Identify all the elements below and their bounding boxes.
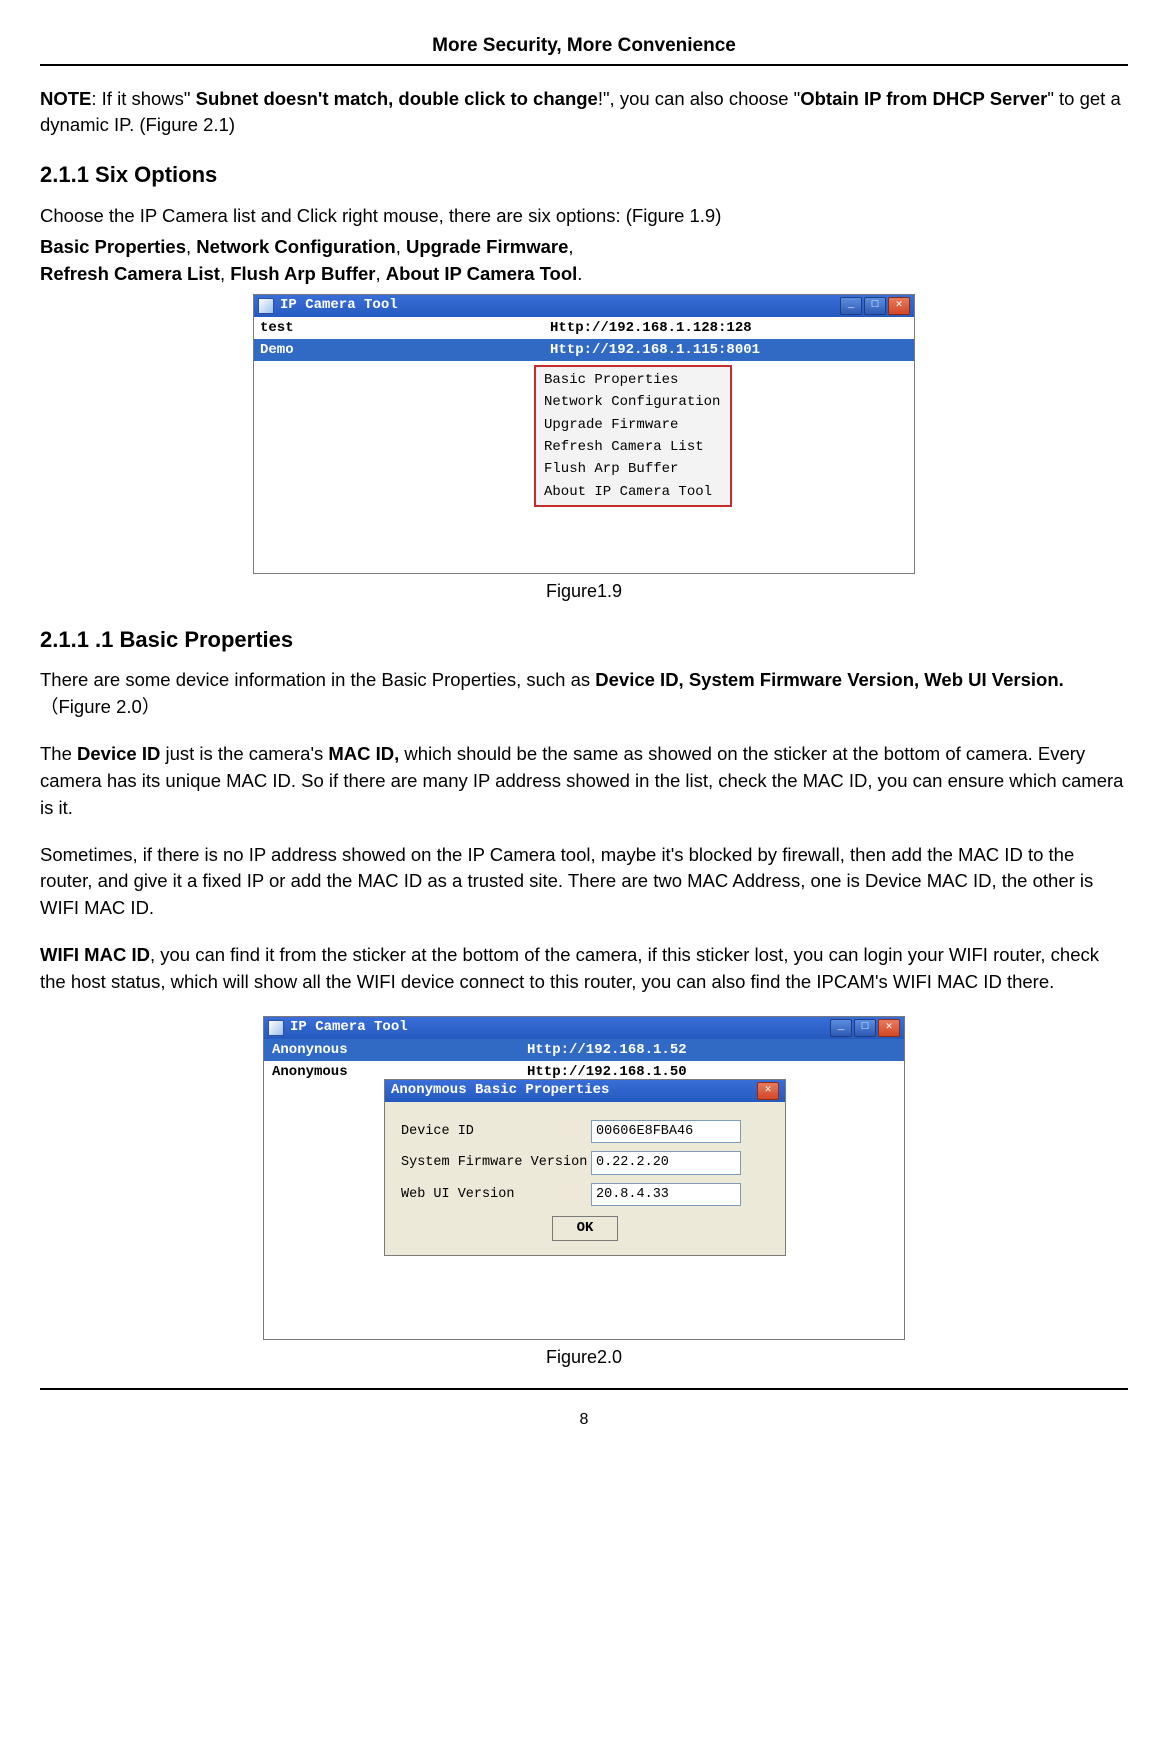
- dialog-titlebar: Anonymous Basic Properties ✕: [385, 1080, 785, 1102]
- field-label: System Firmware Version: [401, 1153, 591, 1173]
- opt-refresh-list: Refresh Camera List: [40, 263, 220, 284]
- menu-basic-properties[interactable]: Basic Properties: [538, 369, 728, 391]
- note-bold-2: Obtain IP from DHCP Server: [800, 88, 1047, 109]
- app-icon: [268, 1020, 284, 1036]
- close-button[interactable]: ✕: [888, 297, 910, 315]
- section-211-options: Basic Properties, Network Configuration,…: [40, 234, 1128, 288]
- note-text-1: : If it shows": [91, 88, 195, 109]
- opt-flush-arp: Flush Arp Buffer: [230, 263, 375, 284]
- camera-row-anon-1[interactable]: Anonynous Http://192.168.1.52: [264, 1039, 904, 1061]
- note-label: NOTE: [40, 88, 91, 109]
- close-button[interactable]: ✕: [878, 1019, 900, 1037]
- section-2111-title: 2.1.1 .1 Basic Properties: [40, 624, 1128, 656]
- maximize-button[interactable]: □: [864, 297, 886, 315]
- field-device-id: Device ID 00606E8FBA46: [401, 1120, 769, 1144]
- opt-network-config: Network Configuration: [196, 236, 395, 257]
- camera-url: Http://192.168.1.52: [527, 1040, 687, 1060]
- figure-2-0-caption: Figure2.0: [40, 1344, 1128, 1370]
- section-211-title: 2.1.1 Six Options: [40, 159, 1128, 191]
- note-paragraph: NOTE: If it shows" Subnet doesn't match,…: [40, 86, 1128, 140]
- camera-row-demo[interactable]: Demo Http://192.168.1.115:8001: [254, 339, 914, 361]
- p2-mid: just is the camera's: [160, 743, 328, 764]
- opt-about-tool: About IP Camera Tool: [386, 263, 578, 284]
- field-value: 00606E8FBA46: [591, 1120, 741, 1144]
- menu-upgrade-firmware[interactable]: Upgrade Firmware: [538, 414, 728, 436]
- dialog-body: Device ID 00606E8FBA46 System Firmware V…: [385, 1102, 785, 1255]
- minimize-button[interactable]: _: [840, 297, 862, 315]
- ok-button[interactable]: OK: [552, 1216, 619, 1240]
- window-body: test Http://192.168.1.128:128 Demo Http:…: [254, 317, 914, 573]
- minimize-button[interactable]: _: [830, 1019, 852, 1037]
- section-2111-p3: Sometimes, if there is no IP address sho…: [40, 842, 1128, 922]
- menu-network-config[interactable]: Network Configuration: [538, 391, 728, 413]
- context-menu: Basic Properties Network Configuration U…: [534, 365, 732, 507]
- section-2111-p1: There are some device information in the…: [40, 667, 1128, 721]
- ip-camera-tool-window-2: IP Camera Tool _ □ ✕ Anonynous Http://19…: [263, 1016, 905, 1340]
- section-211-line1: Choose the IP Camera list and Click righ…: [40, 203, 1128, 230]
- menu-refresh-list[interactable]: Refresh Camera List: [538, 436, 728, 458]
- figure-1-9-caption: Figure1.9: [40, 578, 1128, 604]
- p2-b1: Device ID: [77, 743, 160, 764]
- opt-upgrade-firmware: Upgrade Firmware: [406, 236, 568, 257]
- p2-b2: MAC ID,: [328, 743, 399, 764]
- basic-properties-dialog: Anonymous Basic Properties ✕ Device ID 0…: [384, 1079, 786, 1256]
- camera-row-test[interactable]: test Http://192.168.1.128:128: [254, 317, 914, 339]
- figure-2-0: IP Camera Tool _ □ ✕ Anonynous Http://19…: [40, 1016, 1128, 1370]
- camera-url: Http://192.168.1.128:128: [550, 318, 752, 338]
- window-body: Anonynous Http://192.168.1.52 Anonymous …: [264, 1039, 904, 1339]
- ip-camera-tool-window: IP Camera Tool _ □ ✕ test Http://192.168…: [253, 294, 915, 574]
- window-title: IP Camera Tool: [280, 295, 840, 315]
- field-label: Web UI Version: [401, 1185, 591, 1205]
- camera-name: Demo: [260, 340, 550, 360]
- p4-post: , you can find it from the sticker at th…: [40, 944, 1099, 992]
- field-label: Device ID: [401, 1122, 591, 1142]
- p1-post: （Figure 2.0）: [40, 696, 160, 717]
- field-web-ui-version: Web UI Version 20.8.4.33: [401, 1183, 769, 1207]
- dialog-close-button[interactable]: ✕: [757, 1082, 779, 1100]
- figure-1-9: IP Camera Tool _ □ ✕ test Http://192.168…: [40, 294, 1128, 604]
- page-header: More Security, More Convenience: [40, 32, 1128, 66]
- p2-pre: The: [40, 743, 77, 764]
- note-bold-1: Subnet doesn't match, double click to ch…: [196, 88, 598, 109]
- field-firmware-version: System Firmware Version 0.22.2.20: [401, 1151, 769, 1175]
- maximize-button[interactable]: □: [854, 1019, 876, 1037]
- note-text-2: !", you can also choose ": [598, 88, 800, 109]
- camera-name: Anonynous: [272, 1040, 527, 1060]
- section-2111-p2: The Device ID just is the camera's MAC I…: [40, 741, 1128, 821]
- app-icon: [258, 298, 274, 314]
- menu-about-tool[interactable]: About IP Camera Tool: [538, 481, 728, 503]
- camera-name: test: [260, 318, 550, 338]
- window-titlebar: IP Camera Tool _ □ ✕: [254, 295, 914, 317]
- window-titlebar: IP Camera Tool _ □ ✕: [264, 1017, 904, 1039]
- opt-basic-properties: Basic Properties: [40, 236, 186, 257]
- menu-flush-arp[interactable]: Flush Arp Buffer: [538, 458, 728, 480]
- p1-bold: Device ID, System Firmware Version, Web …: [595, 669, 1064, 690]
- field-value: 20.8.4.33: [591, 1183, 741, 1207]
- window-title: IP Camera Tool: [290, 1017, 830, 1037]
- p1-pre: There are some device information in the…: [40, 669, 595, 690]
- dialog-title: Anonymous Basic Properties: [391, 1080, 757, 1100]
- camera-url: Http://192.168.1.115:8001: [550, 340, 760, 360]
- field-value: 0.22.2.20: [591, 1151, 741, 1175]
- p4-bold: WIFI MAC ID: [40, 944, 150, 965]
- section-2111-p4: WIFI MAC ID, you can find it from the st…: [40, 942, 1128, 996]
- page-number: 8: [40, 1388, 1128, 1431]
